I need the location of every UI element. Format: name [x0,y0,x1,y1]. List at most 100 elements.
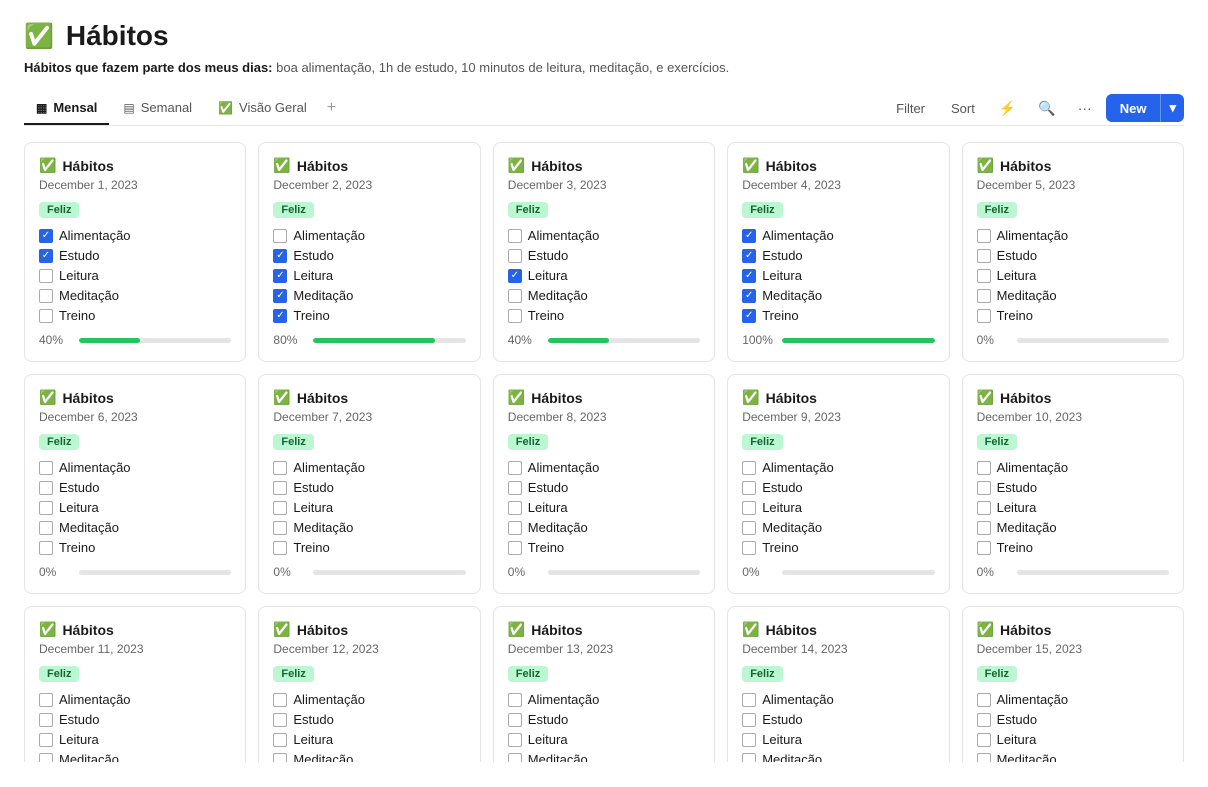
habit-checkbox[interactable] [273,309,287,323]
habit-item[interactable]: Meditação [508,288,700,303]
habit-checkbox[interactable] [977,521,991,535]
habit-checkbox[interactable] [508,753,522,763]
habit-checkbox[interactable] [742,693,756,707]
habit-checkbox[interactable] [508,521,522,535]
habit-checkbox[interactable] [742,733,756,747]
habit-checkbox[interactable] [508,481,522,495]
habit-checkbox[interactable] [39,521,53,535]
habit-item[interactable]: Treino [273,540,465,555]
more-button[interactable]: ··· [1070,95,1100,121]
habit-item[interactable]: Leitura [39,268,231,283]
habit-checkbox[interactable] [273,753,287,763]
habit-checkbox[interactable] [742,521,756,535]
habit-checkbox[interactable] [742,269,756,283]
habit-checkbox[interactable] [742,481,756,495]
habit-item[interactable]: Leitura [273,732,465,747]
habit-checkbox[interactable] [273,461,287,475]
habit-checkbox[interactable] [508,541,522,555]
habit-checkbox[interactable] [273,229,287,243]
habit-checkbox[interactable] [273,269,287,283]
habit-item[interactable]: Meditação [742,520,934,535]
habit-checkbox[interactable] [742,753,756,763]
habit-checkbox[interactable] [742,309,756,323]
habit-checkbox[interactable] [742,541,756,555]
habit-item[interactable]: Treino [273,308,465,323]
habit-item[interactable]: Treino [977,540,1169,555]
habit-item[interactable]: Estudo [39,480,231,495]
habit-item[interactable]: Meditação [742,752,934,762]
habit-item[interactable]: Alimentação [977,460,1169,475]
habit-checkbox[interactable] [508,269,522,283]
search-button[interactable]: 🔍 [1030,95,1063,122]
habit-item[interactable]: Estudo [742,480,934,495]
tab-semanal[interactable]: ▤ Semanal [111,92,204,125]
sort-button[interactable]: Sort [941,96,985,121]
habit-item[interactable]: Estudo [273,480,465,495]
habit-item[interactable]: Treino [742,540,934,555]
filter-button[interactable]: Filter [886,96,935,121]
habit-item[interactable]: Alimentação [39,460,231,475]
habit-checkbox[interactable] [273,733,287,747]
habit-item[interactable]: Alimentação [742,692,934,707]
habit-checkbox[interactable] [39,753,53,763]
habit-checkbox[interactable] [742,289,756,303]
habit-item[interactable]: Treino [977,308,1169,323]
habit-checkbox[interactable] [273,521,287,535]
habit-item[interactable]: Treino [39,308,231,323]
habit-checkbox[interactable] [39,461,53,475]
habit-item[interactable]: Alimentação [508,692,700,707]
tab-add-button[interactable]: + [321,91,342,125]
habit-checkbox[interactable] [977,753,991,763]
habit-checkbox[interactable] [742,713,756,727]
new-button-arrow[interactable]: ▾ [1160,94,1184,122]
habit-checkbox[interactable] [977,461,991,475]
habit-item[interactable]: Leitura [742,268,934,283]
tab-mensal[interactable]: ▦ Mensal [24,92,109,125]
habit-item[interactable]: Estudo [273,712,465,727]
bolt-button[interactable]: ⚡ [991,95,1024,122]
habit-checkbox[interactable] [977,713,991,727]
habit-item[interactable]: Estudo [508,248,700,263]
habit-checkbox[interactable] [273,289,287,303]
habit-checkbox[interactable] [273,501,287,515]
habit-checkbox[interactable] [977,541,991,555]
habit-checkbox[interactable] [508,289,522,303]
habit-checkbox[interactable] [39,501,53,515]
habit-checkbox[interactable] [508,733,522,747]
habit-item[interactable]: Meditação [977,288,1169,303]
habit-checkbox[interactable] [977,501,991,515]
habit-item[interactable]: Alimentação [508,228,700,243]
habit-checkbox[interactable] [39,289,53,303]
habit-checkbox[interactable] [273,541,287,555]
habit-item[interactable]: Alimentação [977,228,1169,243]
habit-item[interactable]: Alimentação [273,228,465,243]
habit-checkbox[interactable] [39,713,53,727]
habit-checkbox[interactable] [508,309,522,323]
habit-checkbox[interactable] [508,713,522,727]
habit-checkbox[interactable] [508,501,522,515]
habit-checkbox[interactable] [39,693,53,707]
habit-item[interactable]: Leitura [39,732,231,747]
habit-item[interactable]: Estudo [39,248,231,263]
habit-checkbox[interactable] [39,229,53,243]
habit-item[interactable]: Leitura [742,500,934,515]
habit-checkbox[interactable] [742,229,756,243]
habit-checkbox[interactable] [508,693,522,707]
habit-item[interactable]: Alimentação [39,228,231,243]
habit-item[interactable]: Meditação [273,288,465,303]
habit-item[interactable]: Estudo [742,248,934,263]
habit-checkbox[interactable] [508,249,522,263]
habit-item[interactable]: Meditação [39,520,231,535]
habit-item[interactable]: Alimentação [742,460,934,475]
habit-item[interactable]: Estudo [977,248,1169,263]
habit-checkbox[interactable] [39,541,53,555]
habit-item[interactable]: Meditação [977,520,1169,535]
habit-item[interactable]: Leitura [977,268,1169,283]
habit-item[interactable]: Alimentação [508,460,700,475]
habit-checkbox[interactable] [39,733,53,747]
habit-item[interactable]: Estudo [39,712,231,727]
habit-item[interactable]: Estudo [508,480,700,495]
habit-checkbox[interactable] [39,249,53,263]
habit-item[interactable]: Estudo [273,248,465,263]
habit-checkbox[interactable] [742,249,756,263]
